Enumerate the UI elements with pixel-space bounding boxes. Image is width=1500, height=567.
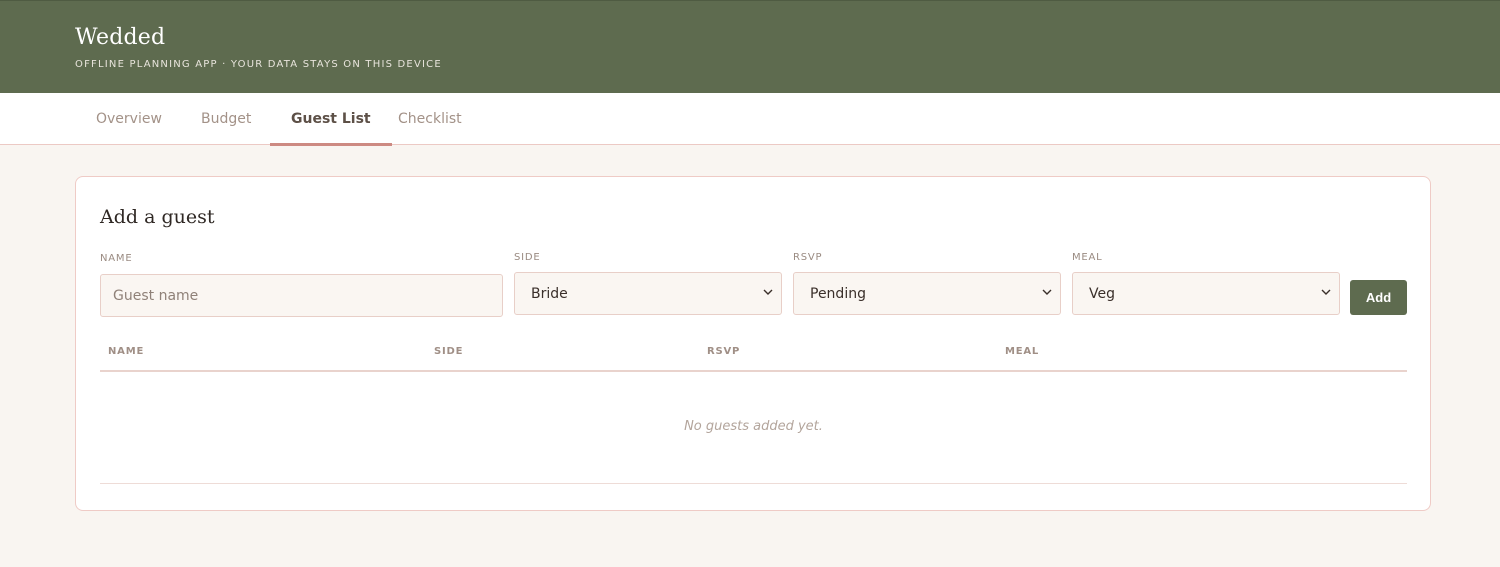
side-label: SIDE [514,252,541,263]
meal-label: MEAL [1072,252,1103,263]
side-select[interactable]: Bride [514,272,782,315]
meal-select-wrap: Veg [1072,272,1340,315]
guest-table-header: NAME SIDE RSVP MEAL [100,337,1407,372]
add-guest-button[interactable]: Add [1350,280,1407,315]
rsvp-select-wrap: Pending [793,272,1061,315]
guest-name-input[interactable] [100,274,503,317]
empty-state-message: No guests added yet. [684,419,823,434]
app-header: Wedded OFFLINE PLANNING APP · YOUR DATA … [0,0,1500,93]
tab-overview[interactable]: Overview [75,93,183,145]
card-title: Add a guest [100,206,215,228]
column-header-side[interactable]: SIDE [434,346,463,357]
tab-checklist[interactable]: Checklist [377,93,483,145]
column-header-rsvp[interactable]: RSVP [707,346,740,357]
add-guest-card: Add a guest NAME SIDE Bride RSVP Pending… [75,176,1431,511]
app-brand: Wedded [75,25,166,50]
tab-budget[interactable]: Budget [180,93,272,145]
rsvp-label: RSVP [793,252,823,263]
tab-bar: Overview Budget Guest List Checklist [0,93,1500,146]
column-header-name[interactable]: NAME [108,346,144,357]
name-label: NAME [100,253,133,264]
side-select-wrap: Bride [514,272,782,315]
tab-guest-list[interactable]: Guest List [270,93,392,146]
rsvp-select[interactable]: Pending [793,272,1061,315]
app-tagline: OFFLINE PLANNING APP · YOUR DATA STAYS O… [75,59,442,70]
meal-select[interactable]: Veg [1072,272,1340,315]
table-divider [100,483,1407,484]
column-header-meal[interactable]: MEAL [1005,346,1039,357]
